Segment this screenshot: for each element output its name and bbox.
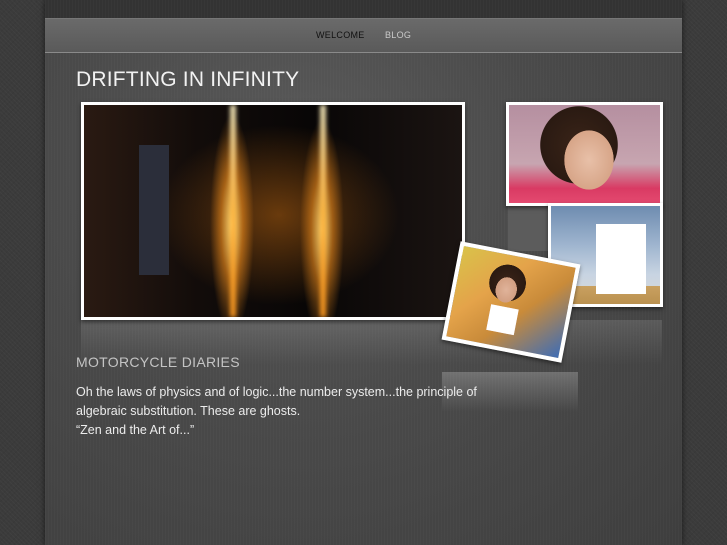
site-title: DRIFTING IN INFINITY <box>76 68 300 91</box>
photo-detail <box>230 105 236 317</box>
photo-detail <box>139 145 169 275</box>
post-body: Oh the laws of physics and of logic...th… <box>76 383 516 440</box>
main-nav: WELCOME BLOG <box>45 18 682 53</box>
collage-gap <box>508 206 548 251</box>
post-text-line: “Zen and the Art of...” <box>76 423 195 437</box>
page-container: WELCOME BLOG DRIFTING IN INFINITY MOTORC… <box>45 0 682 545</box>
post-title: MOTORCYCLE DIARIES <box>76 354 240 370</box>
nav-item-blog[interactable]: BLOG <box>385 30 411 40</box>
nav-item-welcome[interactable]: WELCOME <box>316 30 365 40</box>
post-text-line: Oh the laws of physics and of logic...th… <box>76 385 477 399</box>
fireworks-photo <box>81 102 465 320</box>
top-strip <box>45 0 682 18</box>
post-text-line: algebraic substitution. These are ghosts… <box>76 404 301 418</box>
girl-portrait-photo <box>506 102 663 206</box>
photo-detail <box>320 105 326 317</box>
